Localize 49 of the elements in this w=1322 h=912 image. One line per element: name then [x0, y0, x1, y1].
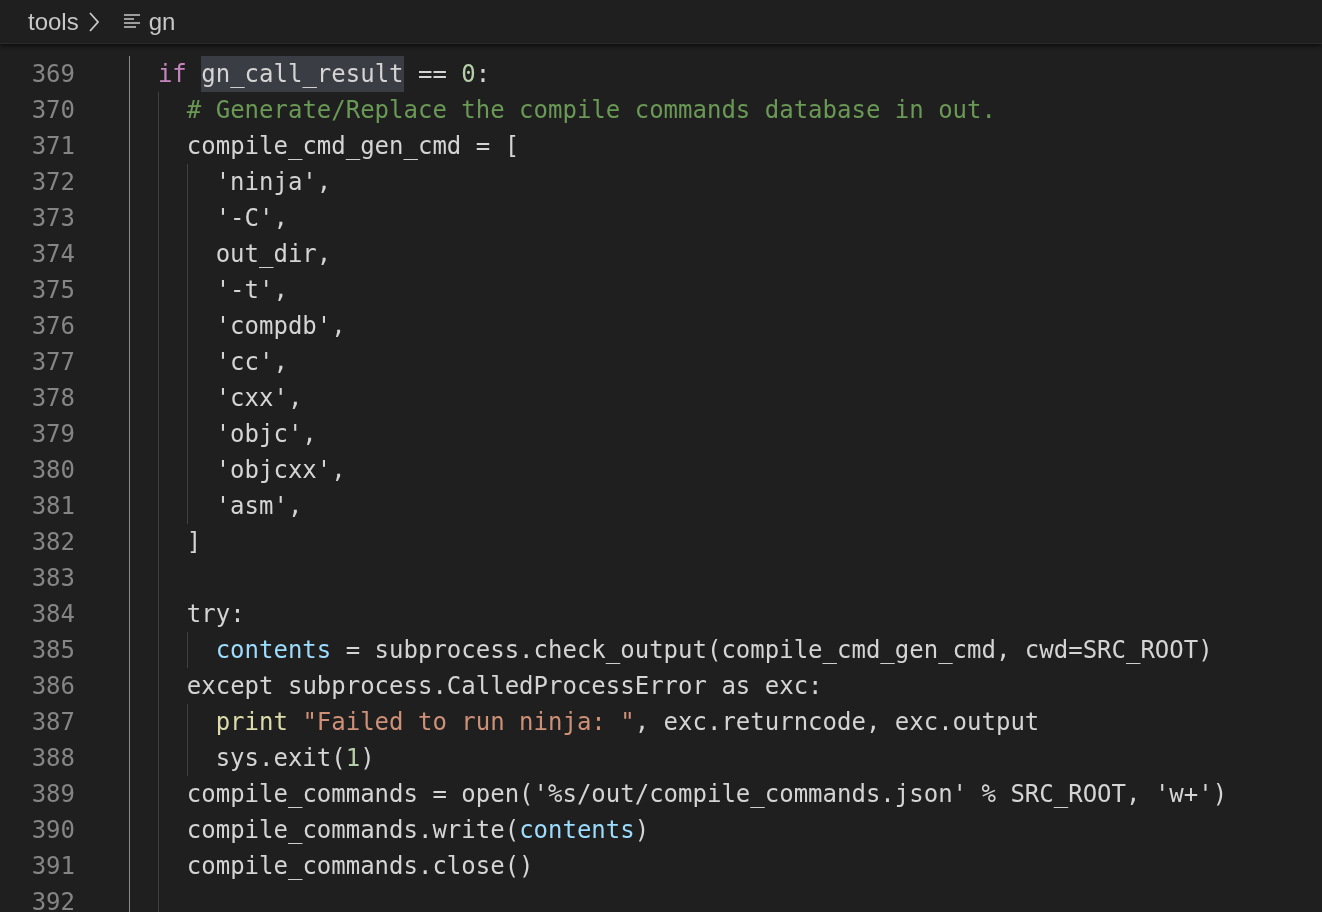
line-number: 387: [30, 708, 75, 736]
line-number: 383: [30, 564, 75, 592]
line-number: 369: [30, 60, 75, 88]
code-line: except subprocess.CalledProcessError as exc:: [186, 672, 823, 700]
code-line: compile_cmd_gen_cmd = [: [186, 132, 520, 160]
line-number: 388: [30, 744, 75, 772]
line-number: 375: [30, 276, 75, 304]
code-line: 'compdb',: [215, 312, 346, 340]
code-line: compile_commands = open('%s/out/compile_commands.json' % SRC_ROOT, 'w+'): [186, 780, 1228, 808]
line-number: 385: [30, 636, 75, 664]
line-number: 386: [30, 672, 75, 700]
code-line: print "Failed to run ninja: ", exc.returncode, exc.output: [215, 708, 1040, 736]
code-line: contents = subprocess.check_output(compile_cmd_gen_cmd, cwd=SRC_ROOT): [215, 636, 1213, 664]
line-number: 391: [30, 852, 75, 880]
line-number: 373: [30, 204, 75, 232]
line-number: 382: [30, 528, 75, 556]
line-number: 370: [30, 96, 75, 124]
code-line: 'ninja',: [215, 168, 332, 196]
code-line: try:: [186, 600, 245, 628]
breadcrumb-item[interactable]: tools: [28, 9, 79, 34]
line-number: 377: [30, 348, 75, 376]
chevron-right-icon: [86, 10, 101, 33]
line-number: 381: [30, 492, 75, 520]
line-number: 372: [30, 168, 75, 196]
code-line: compile_commands.close(): [186, 852, 534, 880]
code-line: compile_commands.write(contents): [186, 816, 650, 844]
line-number: 384: [30, 600, 75, 628]
line-number: 371: [30, 132, 75, 160]
line-number: 376: [30, 312, 75, 340]
code-line: # Generate/Replace the compile commands database in out.: [186, 96, 996, 124]
line-number: 392: [30, 888, 75, 912]
code-line: '-t',: [215, 276, 288, 304]
code-line: 'cc',: [215, 348, 288, 376]
code-line: ]: [186, 528, 202, 556]
code-line: 'cxx',: [215, 384, 303, 412]
line-number: 389: [30, 780, 75, 808]
line-number: 379: [30, 420, 75, 448]
code-line: 'asm',: [215, 492, 303, 520]
line-number: 380: [30, 456, 75, 484]
line-number: 378: [30, 384, 75, 412]
line-number: 390: [30, 816, 75, 844]
code-line: 'objc',: [215, 420, 317, 448]
code-line: sys.exit(1): [215, 744, 375, 772]
line-number: 374: [30, 240, 75, 268]
code-line: '-C',: [215, 204, 288, 232]
code-line: 'objcxx',: [215, 456, 346, 484]
lines-icon: [122, 12, 141, 31]
code-line: out_dir,: [215, 240, 332, 268]
breadcrumb-item[interactable]: gn: [148, 9, 176, 34]
